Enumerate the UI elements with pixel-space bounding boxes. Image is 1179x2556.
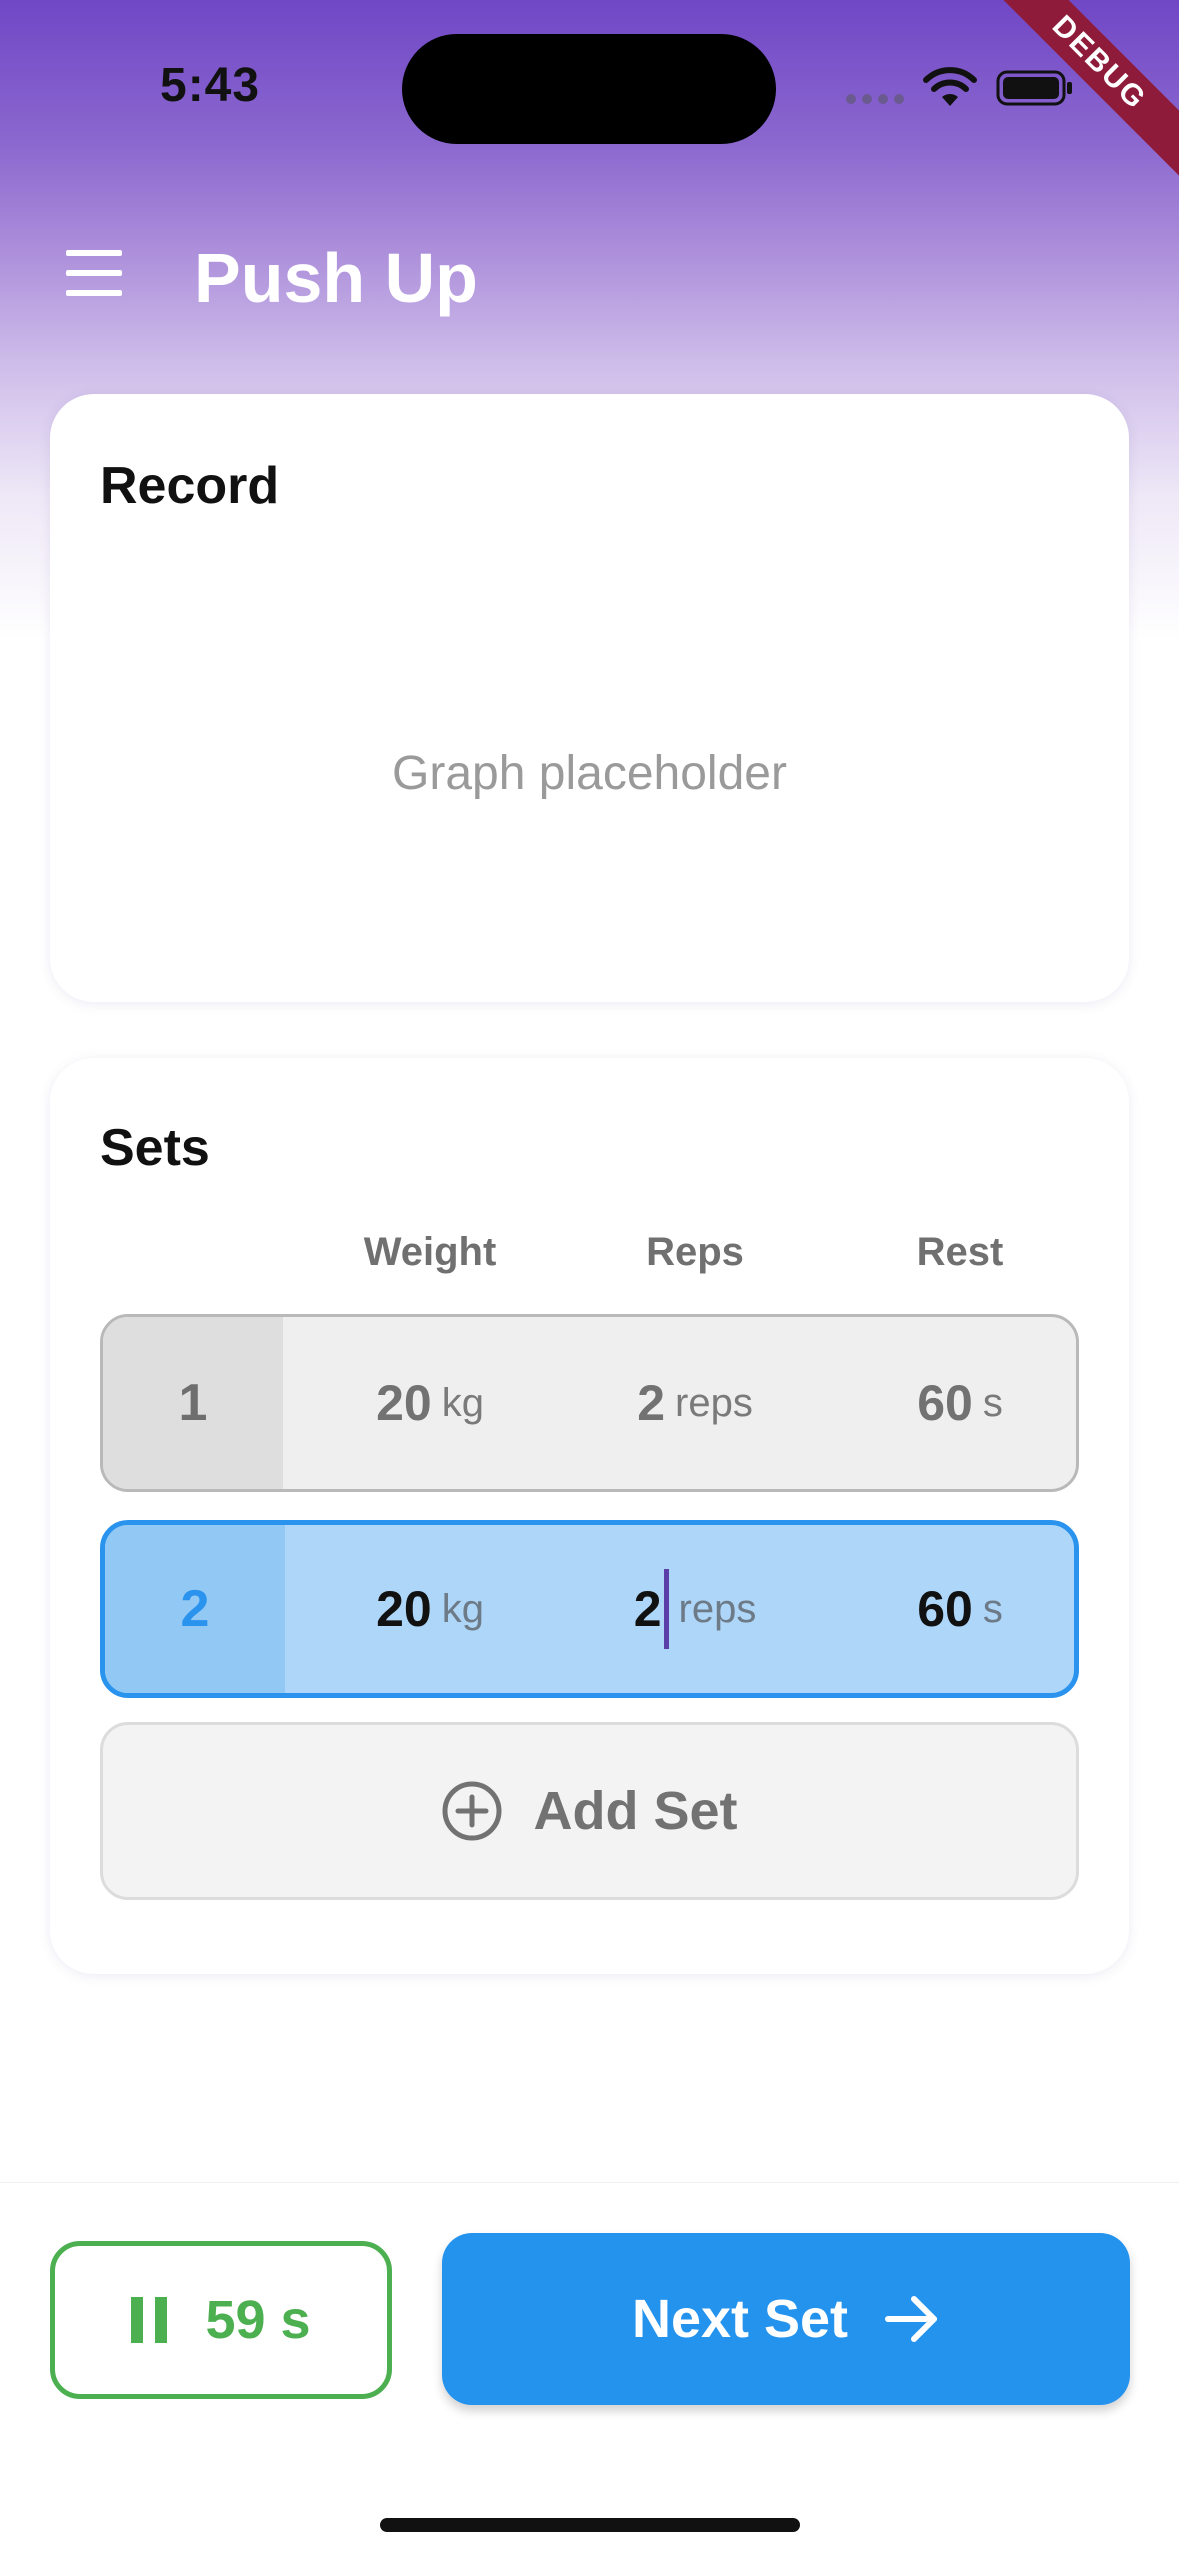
record-card: Record Graph placeholder [50, 394, 1129, 1002]
cellular-signal-icon [846, 94, 904, 104]
column-header-reps: Reps [646, 1230, 744, 1274]
set-index: 1 [103, 1317, 283, 1489]
page-title: Push Up [194, 239, 478, 317]
status-bar: 5:43 DEBUG [0, 0, 1179, 186]
set-row-2[interactable]: 2 20 kg 2 reps 60 s [100, 1520, 1079, 1698]
reps-input[interactable]: 2 reps [565, 1525, 825, 1693]
weight-unit: kg [441, 1586, 484, 1631]
arrow-right-icon [885, 2296, 938, 2342]
battery-icon [996, 70, 1072, 106]
reps-unit: reps [678, 1586, 757, 1631]
next-set-label: Next Set [631, 2289, 849, 2349]
bottom-action-bar: 59 s Next Set [0, 2182, 1179, 2452]
set-index: 2 [105, 1525, 285, 1693]
home-indicator[interactable] [380, 2518, 800, 2532]
add-set-label: Add Set [533, 1781, 738, 1841]
column-headers: Weight Reps Rest [100, 1230, 1079, 1290]
text-cursor [663, 1569, 669, 1649]
rest-value: 60 [917, 1375, 973, 1431]
add-set-button[interactable]: Add Set [100, 1722, 1079, 1900]
weight-value: 20 [376, 1375, 432, 1431]
wifi-icon [923, 67, 977, 106]
sets-title: Sets [100, 1119, 210, 1177]
reps-value: 2 [637, 1375, 665, 1431]
column-header-rest: Rest [916, 1230, 1004, 1274]
reps-cell[interactable]: 2 reps [565, 1317, 825, 1489]
weight-value: 20 [376, 1581, 432, 1637]
reps-unit: reps [675, 1380, 753, 1425]
set-row-1[interactable]: 1 20 kg 2 reps 60 s [100, 1314, 1079, 1492]
reps-value: 2 [633, 1581, 662, 1637]
rest-unit: s [982, 1586, 1003, 1631]
record-title: Record [100, 457, 280, 515]
rest-cell[interactable]: 60 s [830, 1317, 1076, 1489]
add-circle-icon [442, 1781, 502, 1841]
dynamic-island [402, 34, 776, 144]
weight-cell[interactable]: 20 kg [300, 1525, 560, 1693]
rest-value: 60 [917, 1581, 973, 1637]
column-header-weight: Weight [363, 1230, 497, 1274]
pause-icon [131, 2297, 171, 2343]
menu-icon[interactable] [60, 250, 132, 302]
weight-cell[interactable]: 20 kg [300, 1317, 560, 1489]
status-time: 5:43 [160, 59, 261, 112]
weight-unit: kg [441, 1380, 484, 1425]
rest-unit: s [982, 1380, 1003, 1425]
rest-timer-button[interactable]: 59 s [50, 2241, 392, 2399]
next-set-button[interactable]: Next Set [442, 2233, 1130, 2405]
rest-cell[interactable]: 60 s [830, 1525, 1074, 1693]
sets-card: Sets Weight Reps Rest 1 20 kg 2 reps 60 … [50, 1058, 1129, 1974]
app-bar: Push Up [0, 200, 1179, 350]
graph-placeholder: Graph placeholder [392, 747, 787, 800]
rest-timer-label: 59 s [205, 2290, 311, 2350]
